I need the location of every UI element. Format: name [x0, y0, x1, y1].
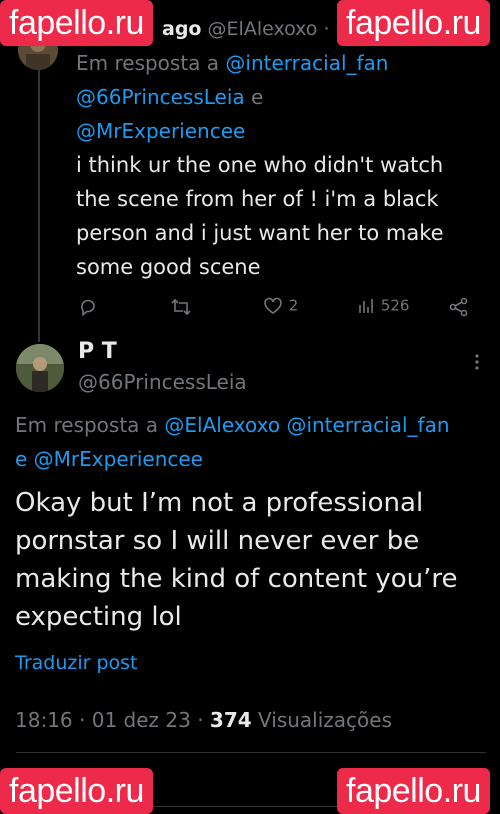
reply-prefix: Em resposta a [76, 51, 220, 75]
post-body: Okay but I’m not a professional pornstar… [15, 484, 495, 636]
author-display-name[interactable]: P T [78, 339, 117, 364]
mention-link[interactable]: @interracial_fan [225, 51, 388, 75]
more-options-icon [475, 354, 479, 370]
post-text-line: Okay but I’m not a professional [15, 488, 424, 518]
reply-icon [81, 299, 95, 316]
more-options-button[interactable] [470, 354, 484, 376]
post-date[interactable]: 01 dez 23 [92, 708, 191, 732]
post-text-line: pornstar so I will never ever be [15, 526, 420, 556]
mention-link[interactable]: @MrExperiencee [76, 119, 245, 143]
watermark-bottom-left: fapello.ru [0, 768, 153, 814]
post-text-line: person and i just want her to make [76, 221, 444, 245]
post-metadata: 18:16 · 01 dez 23 · 374 Visualizações [15, 708, 392, 732]
watermark-top-right: fapello.ru [337, 0, 490, 46]
parent-body: i think ur the one who didn't watch the … [76, 148, 496, 284]
reply-prefix: Em resposta a [15, 413, 159, 437]
share-button[interactable] [448, 296, 470, 317]
analytics-icon [359, 299, 373, 313]
view-count[interactable]: 374 [210, 708, 252, 732]
repost-button[interactable] [170, 296, 192, 317]
heart-icon [264, 297, 282, 314]
avatar[interactable] [16, 344, 64, 392]
avatar-image [16, 344, 64, 392]
thread-connector-line [38, 70, 40, 342]
parent-header: ago @ElAlexoxo · [162, 18, 330, 40]
repost-icon [171, 298, 191, 315]
translate-post-link[interactable]: Traduzir post [15, 652, 138, 674]
reply-conjunction: e [251, 85, 264, 109]
mention-link[interactable]: @MrExperiencee [34, 447, 203, 471]
reply-context: Em resposta a @ElAlexoxo @interracial_fa… [15, 408, 500, 476]
post-text-line: expecting lol [15, 602, 182, 632]
divider [16, 752, 486, 753]
like-button[interactable]: 2 [262, 296, 298, 316]
post-text-line: i think ur the one who didn't watch [76, 153, 444, 177]
meta-separator: · [197, 708, 204, 732]
watermark-top-left: fapello.ru [0, 0, 153, 46]
mention-link[interactable]: @66PrincessLeia [76, 85, 245, 109]
parent-reply-context: Em resposta a @interracial_fan @66Prince… [76, 46, 496, 148]
views-button[interactable]: 526 [356, 296, 409, 316]
post-text-line: the scene from her of ! i'm a black [76, 187, 439, 211]
mention-link[interactable]: @interracial_fan [286, 413, 449, 437]
view-count: 526 [380, 296, 410, 315]
reply-button[interactable] [78, 296, 98, 317]
post-text-line: some good scene [76, 255, 261, 279]
watermark-bottom-right: fapello.ru [337, 768, 490, 814]
author-handle[interactable]: @66PrincessLeia [78, 370, 247, 394]
mention-link[interactable]: @ElAlexoxo [164, 413, 280, 437]
post-time[interactable]: 18:16 [15, 708, 73, 732]
view-label: Visualizações [258, 708, 393, 732]
post-text-line: making the kind of content you’re [15, 564, 458, 594]
share-icon [449, 297, 468, 316]
parent-display-name[interactable]: ago [162, 18, 201, 40]
parent-handle[interactable]: @ElAlexoxo [208, 18, 318, 40]
like-count: 2 [288, 296, 299, 315]
parent-meta: · [323, 18, 330, 40]
reply-conjunction: e [15, 447, 28, 471]
meta-separator: · [79, 708, 86, 732]
